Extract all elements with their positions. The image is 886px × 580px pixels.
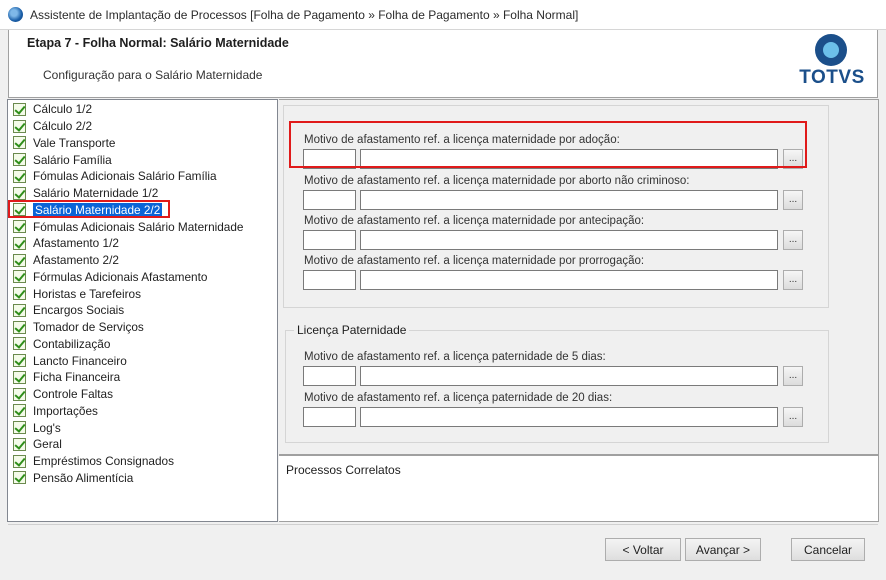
maternidade-group: Motivo de afastamento ref. a licença mat… [283,105,829,308]
check-icon [13,136,26,150]
tree-item-afastamento-2[interactable]: Afastamento 2/2 [8,252,277,269]
lookup-button-aborto[interactable]: ... [783,190,803,210]
check-icon [13,387,26,401]
check-icon [13,370,26,384]
title-bar: Assistente de Implantação de Processos [… [0,0,886,30]
check-icon [13,153,26,167]
app-icon [8,7,23,22]
field-label-adocao: Motivo de afastamento ref. a licença mat… [304,134,620,146]
step-title: Etapa 7 - Folha Normal: Salário Maternid… [27,36,289,50]
step-subtitle: Configuração para o Salário Maternidade [43,68,263,82]
cancel-button[interactable]: Cancelar [791,538,865,561]
tree-item-afastamento-1[interactable]: Afastamento 1/2 [8,235,277,252]
code-input-aborto[interactable] [303,190,356,210]
lookup-button-adocao[interactable]: ... [783,149,803,169]
check-icon [13,421,26,435]
tree-item-horistas[interactable]: Horistas e Tarefeiros [8,285,277,302]
tree-item-encargos[interactable]: Encargos Sociais [8,302,277,319]
paternidade-group-title: Licença Paternidade [294,323,410,337]
config-panel: Motivo de afastamento ref. a licença mat… [279,99,879,455]
code-input-paternidade-5[interactable] [303,366,356,386]
desc-input-antecipacao[interactable] [360,230,778,250]
tree-item-tomador[interactable]: Tomador de Serviços [8,319,277,336]
check-icon [13,337,26,351]
tree-item-salario-maternidade-1[interactable]: Salário Maternidade 1/2 [8,185,277,202]
tree-item-logs[interactable]: Log's [8,419,277,436]
check-icon [13,320,26,334]
desc-input-paternidade-20[interactable] [360,407,778,427]
steps-tree[interactable]: Cálculo 1/2 Cálculo 2/2 Vale Transporte … [7,99,278,522]
check-icon [13,186,26,200]
tree-item-lancto-financeiro[interactable]: Lancto Financeiro [8,352,277,369]
logo-text: TOTVS [799,67,865,88]
tree-item-formulas-salario-familia[interactable]: Fómulas Adicionais Salário Família [8,168,277,185]
check-icon [13,354,26,368]
check-icon [13,169,26,183]
code-input-prorrogacao[interactable] [303,270,356,290]
paternidade-group: Licença Paternidade Motivo de afastament… [285,323,829,443]
field-label-paternidade-20: Motivo de afastamento ref. a licença pat… [304,392,613,404]
check-icon [13,270,26,284]
totvs-logo: TOTVS [799,34,865,92]
field-label-antecipacao: Motivo de afastamento ref. a licença mat… [304,215,645,227]
tree-item-contabilizacao[interactable]: Contabilização [8,336,277,353]
desc-input-paternidade-5[interactable] [360,366,778,386]
processos-title: Processos Correlatos [286,463,401,477]
code-input-adocao[interactable] [303,149,356,169]
check-icon [13,287,26,301]
desc-input-aborto[interactable] [360,190,778,210]
back-button[interactable]: < Voltar [605,538,681,561]
check-icon [13,471,26,485]
code-input-antecipacao[interactable] [303,230,356,250]
code-input-paternidade-20[interactable] [303,407,356,427]
window-title: Assistente de Implantação de Processos [… [30,7,579,22]
tree-item-geral[interactable]: Geral [8,436,277,453]
tree-item-importacoes[interactable]: Importações [8,403,277,420]
next-button[interactable]: Avançar > [685,538,761,561]
tree-item-salario-familia[interactable]: Salário Família [8,151,277,168]
tree-item-pensao[interactable]: Pensão Alimentícia [8,470,277,487]
desc-input-adocao[interactable] [360,149,778,169]
lookup-button-prorrogacao[interactable]: ... [783,270,803,290]
tree-item-formulas-salario-maternidade[interactable]: Fómulas Adicionais Salário Maternidade [8,218,277,235]
lookup-button-antecipacao[interactable]: ... [783,230,803,250]
check-icon [13,437,26,451]
check-icon [13,253,26,267]
check-icon [13,102,26,116]
tree-item-vale-transporte[interactable]: Vale Transporte [8,135,277,152]
lookup-button-paternidade-5[interactable]: ... [783,366,803,386]
tree-item-calculo-2[interactable]: Cálculo 2/2 [8,118,277,135]
check-icon [13,303,26,317]
check-icon [13,454,26,468]
check-icon [13,119,26,133]
tree-item-salario-maternidade-2[interactable]: Salário Maternidade 2/2 [8,202,277,219]
check-icon [13,220,26,234]
field-label-prorrogacao: Motivo de afastamento ref. a licença mat… [304,255,645,267]
footer-divider [8,524,878,525]
desc-input-prorrogacao[interactable] [360,270,778,290]
check-icon [13,404,26,418]
tree-item-controle-faltas[interactable]: Controle Faltas [8,386,277,403]
field-label-aborto: Motivo de afastamento ref. a licença mat… [304,175,690,187]
tree-item-ficha-financeira[interactable]: Ficha Financeira [8,369,277,386]
field-label-paternidade-5: Motivo de afastamento ref. a licença pat… [304,351,606,363]
tree-item-formulas-afastamento[interactable]: Fórmulas Adicionais Afastamento [8,269,277,286]
tree-item-calculo-1[interactable]: Cálculo 1/2 [8,101,277,118]
logo-icon [815,34,847,66]
check-icon [13,203,26,217]
check-icon [13,236,26,250]
processos-correlatos-panel: Processos Correlatos [279,455,879,522]
wizard-header: Etapa 7 - Folha Normal: Salário Maternid… [8,30,878,98]
tree-item-emprestimos[interactable]: Empréstimos Consignados [8,453,277,470]
lookup-button-paternidade-20[interactable]: ... [783,407,803,427]
